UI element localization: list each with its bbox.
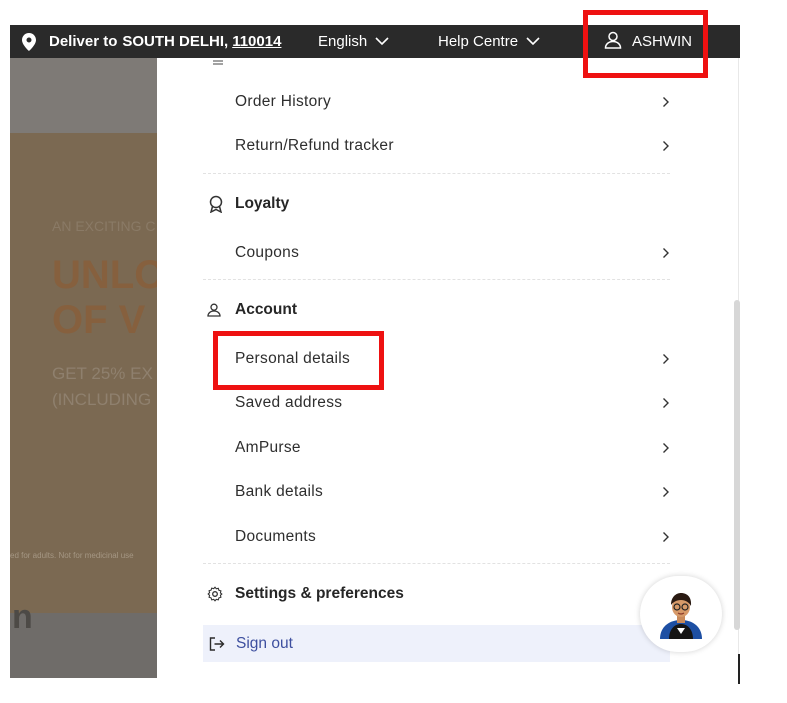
section-title: Loyalty (235, 195, 290, 212)
chevron-right-icon (662, 96, 670, 108)
section-title: Settings & preferences (235, 585, 404, 602)
backdrop-cut-text: n (12, 598, 33, 636)
section-divider (203, 173, 670, 174)
menu-item-label: Return/Refund tracker (235, 137, 394, 154)
section-divider (203, 563, 670, 564)
deliver-pincode[interactable]: 110014 (232, 33, 281, 50)
menu-item-label: Documents (235, 528, 317, 545)
highlight-box-user-menu (583, 10, 708, 78)
deliver-prefix: Deliver to (49, 33, 118, 50)
section-settings-header[interactable]: Settings & preferences (207, 579, 404, 609)
award-ribbon-icon (207, 195, 229, 213)
language-label: English (318, 33, 368, 50)
chat-assistant-button[interactable] (640, 576, 722, 652)
menu-item-bank-details[interactable]: Bank details (235, 472, 670, 512)
chevron-right-icon (662, 397, 670, 409)
menu-item-label: Bank details (235, 483, 324, 500)
page-backdrop: AN EXCITING C UNLO OF V GET 25% EX (INCL… (10, 58, 157, 678)
help-centre-menu[interactable]: Help Centre (438, 25, 540, 58)
panel-scrollbar[interactable] (734, 300, 740, 630)
promo-headline-line2: OF V (52, 298, 146, 342)
chevron-right-icon (662, 442, 670, 454)
deliver-location[interactable]: Deliver to SOUTH DELHI, 110014 (49, 25, 281, 58)
location-pin-icon[interactable] (22, 25, 36, 58)
chevron-down-icon (526, 37, 540, 46)
screenshot-stage: AN EXCITING C UNLO OF V GET 25% EX (INCL… (0, 0, 787, 703)
chevron-right-icon (662, 140, 670, 152)
section-loyalty-header: Loyalty (207, 189, 289, 219)
highlight-box-personal-details (213, 331, 384, 390)
help-centre-label: Help Centre (438, 33, 519, 50)
orders-section-icon-cut (212, 58, 224, 69)
menu-item-label: Coupons (235, 244, 300, 261)
chevron-right-icon (662, 247, 670, 259)
sign-out-label: Sign out (236, 634, 293, 652)
menu-item-coupons[interactable]: Coupons (235, 233, 670, 273)
language-selector[interactable]: English (318, 25, 389, 58)
backdrop-header-band (10, 58, 157, 133)
promo-offer-text: GET 25% EX (INCLUDING (52, 361, 153, 413)
promo-small-text: AN EXCITING C (52, 218, 156, 234)
section-divider (203, 279, 670, 280)
promo-fine-print: ed for adults. Not for medicinal use (10, 551, 134, 560)
menu-item-ampurse[interactable]: AmPurse (235, 428, 670, 468)
chevron-right-icon (662, 531, 670, 543)
menu-item-return-refund-tracker[interactable]: Return/Refund tracker (235, 126, 670, 166)
assistant-avatar-icon (660, 593, 702, 639)
user-icon (207, 303, 229, 317)
sign-out-icon (209, 636, 225, 651)
menu-item-label: Saved address (235, 394, 343, 411)
menu-item-label: Order History (235, 93, 332, 110)
promo-headline-line1: UNLO (52, 253, 157, 297)
menu-item-label: AmPurse (235, 439, 301, 456)
deliver-city: SOUTH DELHI, (122, 33, 229, 50)
chevron-right-icon (662, 353, 670, 365)
screen-edge-mark (738, 654, 740, 684)
gear-icon (207, 586, 229, 602)
sign-out-button[interactable]: Sign out (203, 625, 670, 662)
promo-headline: UNLO OF V (52, 253, 157, 343)
section-account-header: Account (207, 295, 297, 325)
chevron-down-icon (375, 37, 389, 46)
menu-item-documents[interactable]: Documents (235, 517, 670, 557)
promo-offer-line2: (INCLUDING (52, 390, 152, 409)
chevron-right-icon (662, 486, 670, 498)
menu-item-order-history[interactable]: Order History (235, 82, 670, 122)
promo-offer-line1: GET 25% EX (52, 364, 153, 383)
section-title: Account (235, 301, 297, 318)
